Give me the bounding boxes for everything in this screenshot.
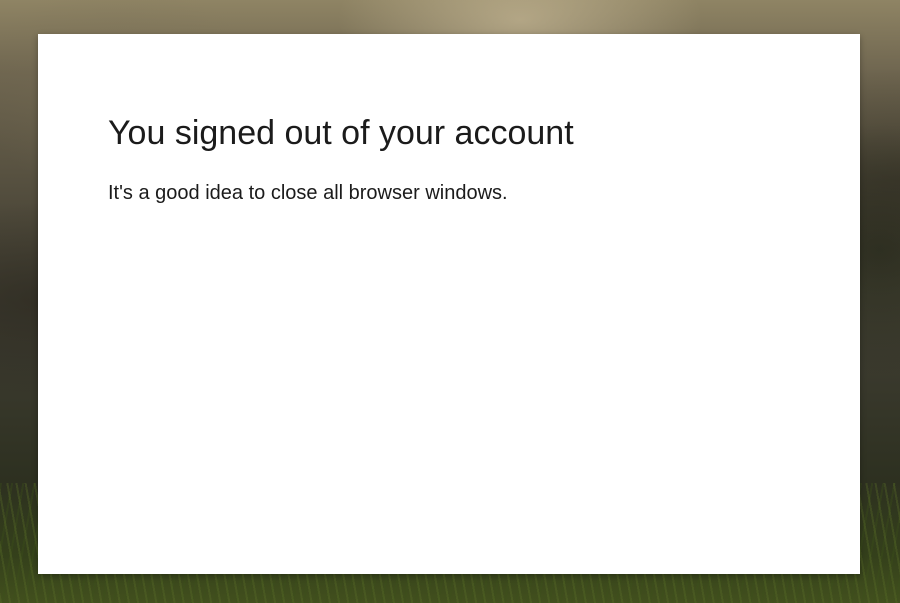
signout-dialog: You signed out of your account It's a go…	[38, 34, 860, 574]
dialog-title: You signed out of your account	[108, 114, 574, 152]
dialog-message: It's a good idea to close all browser wi…	[108, 182, 508, 204]
